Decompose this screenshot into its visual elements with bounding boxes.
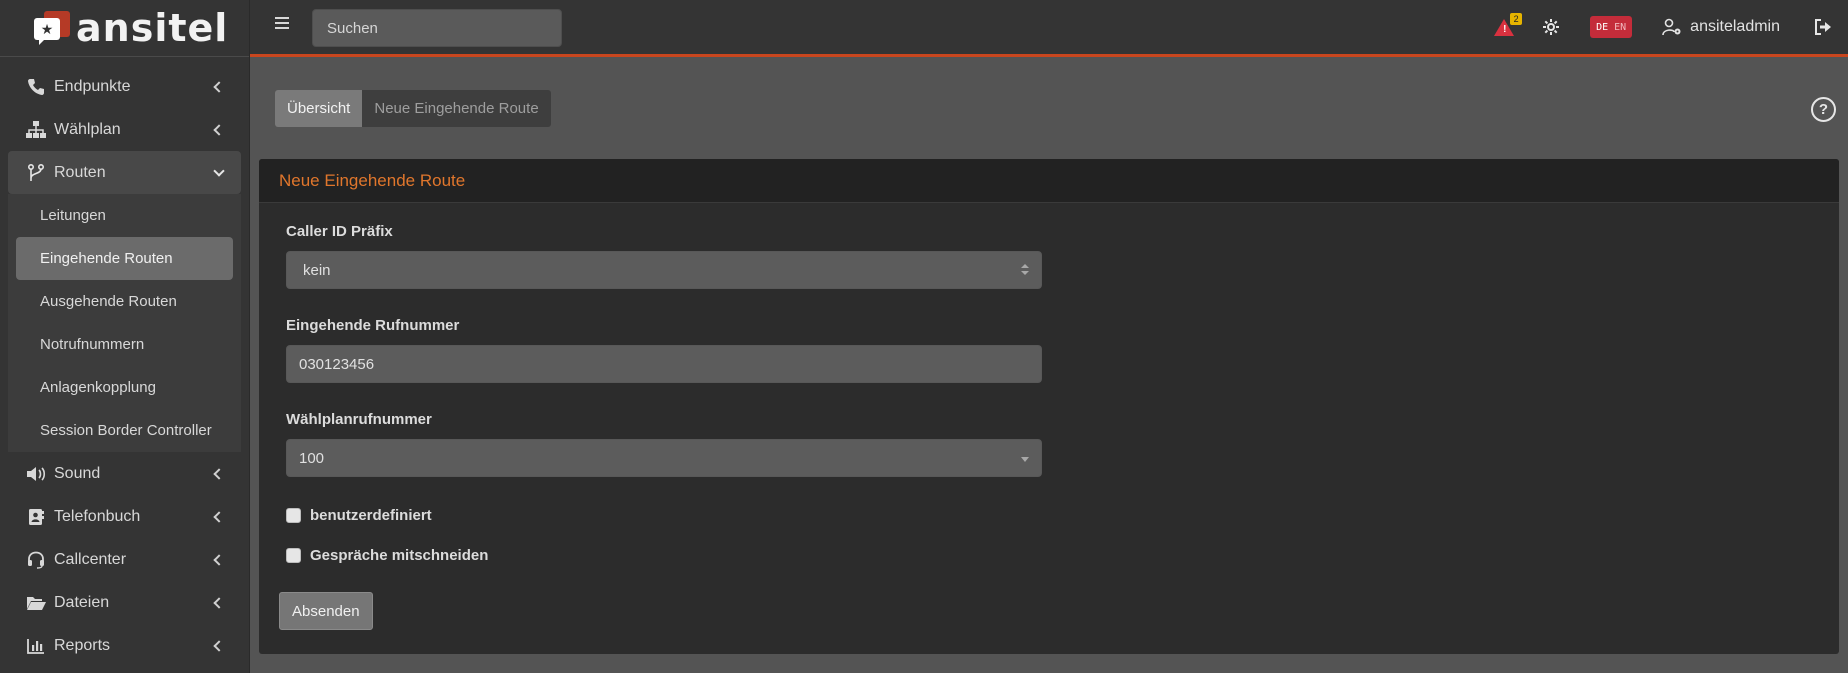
tab-uebersicht[interactable]: Übersicht bbox=[275, 90, 363, 127]
address-book-icon bbox=[26, 507, 46, 527]
sidebar-item-sound[interactable]: Sound bbox=[8, 452, 241, 495]
sidebar: ★ ansitel Endpunkte Wählplan Routen Leit… bbox=[0, 0, 250, 673]
logout-icon[interactable] bbox=[1814, 18, 1832, 36]
sidebar-item-leitungen[interactable]: Leitungen bbox=[16, 194, 233, 237]
form-card: Neue Eingehende Route Caller ID Präfix k… bbox=[259, 159, 1839, 654]
headset-icon bbox=[26, 550, 46, 570]
dialplan-number-value: 100 bbox=[299, 449, 325, 467]
sidebar-item-ausgehende-routen[interactable]: Ausgehende Routen bbox=[16, 280, 233, 323]
chevron-left-icon bbox=[213, 467, 225, 480]
record-checkbox[interactable] bbox=[286, 547, 301, 563]
chevron-left-icon bbox=[213, 553, 225, 566]
sidebar-item-reports[interactable]: Reports bbox=[8, 624, 241, 667]
sidebar-item-telefonbuch[interactable]: Telefonbuch bbox=[8, 495, 241, 538]
help-icon[interactable]: ? bbox=[1811, 97, 1836, 122]
lang-en[interactable]: EN bbox=[1611, 22, 1629, 33]
chevron-left-icon bbox=[213, 123, 225, 136]
chevron-down-icon bbox=[1021, 457, 1029, 462]
brand-name: ansitel bbox=[76, 6, 229, 50]
tab-neue-eingehende-route[interactable]: Neue Eingehende Route bbox=[362, 90, 551, 127]
sidebar-nav: Endpunkte Wählplan Routen Leitungen Eing… bbox=[0, 57, 249, 667]
folder-open-icon bbox=[26, 593, 46, 613]
alert-count-badge: 2 bbox=[1510, 13, 1523, 25]
sidebar-item-waehlplan[interactable]: Wählplan bbox=[8, 108, 241, 151]
page-tabs: Übersicht Neue Eingehende Route bbox=[275, 90, 551, 127]
branch-icon bbox=[26, 163, 46, 183]
dialplan-number-select[interactable]: 100 bbox=[286, 439, 1042, 477]
chevron-down-icon bbox=[213, 164, 225, 177]
brand-logo[interactable]: ★ ansitel bbox=[0, 0, 249, 57]
custom-checkbox[interactable] bbox=[286, 507, 301, 523]
custom-checkbox-label[interactable]: benutzerdefiniert bbox=[310, 507, 432, 524]
incoming-number-label: Eingehende Rufnummer bbox=[286, 317, 460, 334]
alert-icon[interactable]: ! 2 bbox=[1494, 13, 1523, 37]
logo-icon: ★ bbox=[30, 11, 72, 45]
sidebar-item-eingehende-routen[interactable]: Eingehende Routen bbox=[16, 237, 233, 280]
chevron-left-icon bbox=[213, 80, 225, 93]
gear-icon[interactable] bbox=[1542, 18, 1560, 36]
caller-id-label: Caller ID Präfix bbox=[286, 223, 393, 240]
incoming-number-input[interactable]: 030123456 bbox=[286, 345, 1042, 383]
chart-icon bbox=[26, 636, 46, 656]
lang-de[interactable]: DE bbox=[1593, 22, 1611, 33]
sidebar-item-anlagenkopplung[interactable]: Anlagenkopplung bbox=[16, 366, 233, 409]
sidebar-item-routen[interactable]: Routen bbox=[8, 151, 241, 194]
caller-id-select[interactable]: kein bbox=[286, 251, 1042, 289]
sidebar-item-dateien[interactable]: Dateien bbox=[8, 581, 241, 624]
user-menu[interactable]: ansiteladmin bbox=[1662, 18, 1780, 36]
hamburger-menu-icon[interactable] bbox=[275, 17, 289, 29]
submit-button[interactable]: Absenden bbox=[279, 592, 373, 630]
routen-submenu: Leitungen Eingehende Routen Ausgehende R… bbox=[8, 194, 241, 452]
sidebar-item-endpunkte[interactable]: Endpunkte bbox=[8, 65, 241, 108]
caller-id-value: kein bbox=[303, 261, 331, 279]
sitemap-icon bbox=[26, 120, 46, 140]
topbar: ! 2 DE EN ansiteladmin bbox=[250, 0, 1848, 57]
topbar-actions: ! 2 DE EN ansiteladmin bbox=[1494, 0, 1848, 54]
phone-icon bbox=[26, 77, 46, 97]
search-input[interactable] bbox=[312, 9, 562, 47]
user-cog-icon bbox=[1662, 18, 1682, 36]
sidebar-item-session-border-controller[interactable]: Session Border Controller bbox=[16, 409, 233, 452]
incoming-number-value: 030123456 bbox=[299, 355, 375, 373]
username: ansiteladmin bbox=[1690, 18, 1780, 35]
updown-icon bbox=[1021, 264, 1029, 278]
chevron-left-icon bbox=[213, 510, 225, 523]
chevron-left-icon bbox=[213, 596, 225, 609]
dialplan-number-label: Wählplanrufnummer bbox=[286, 411, 432, 428]
volume-icon bbox=[26, 464, 46, 484]
chevron-left-icon bbox=[213, 639, 225, 652]
record-checkbox-row: Gespräche mitschneiden bbox=[286, 545, 1812, 565]
record-checkbox-label[interactable]: Gespräche mitschneiden bbox=[310, 547, 488, 564]
custom-checkbox-row: benutzerdefiniert bbox=[286, 505, 1812, 525]
form-body: Caller ID Präfix kein Eingehende Rufnumm… bbox=[259, 203, 1839, 653]
sidebar-item-callcenter[interactable]: Callcenter bbox=[8, 538, 241, 581]
sidebar-item-notrufnummern[interactable]: Notrufnummern bbox=[16, 323, 233, 366]
language-switcher[interactable]: DE EN bbox=[1590, 16, 1633, 38]
card-title: Neue Eingehende Route bbox=[259, 159, 1839, 203]
main-content: Übersicht Neue Eingehende Route ? Neue E… bbox=[250, 57, 1848, 673]
